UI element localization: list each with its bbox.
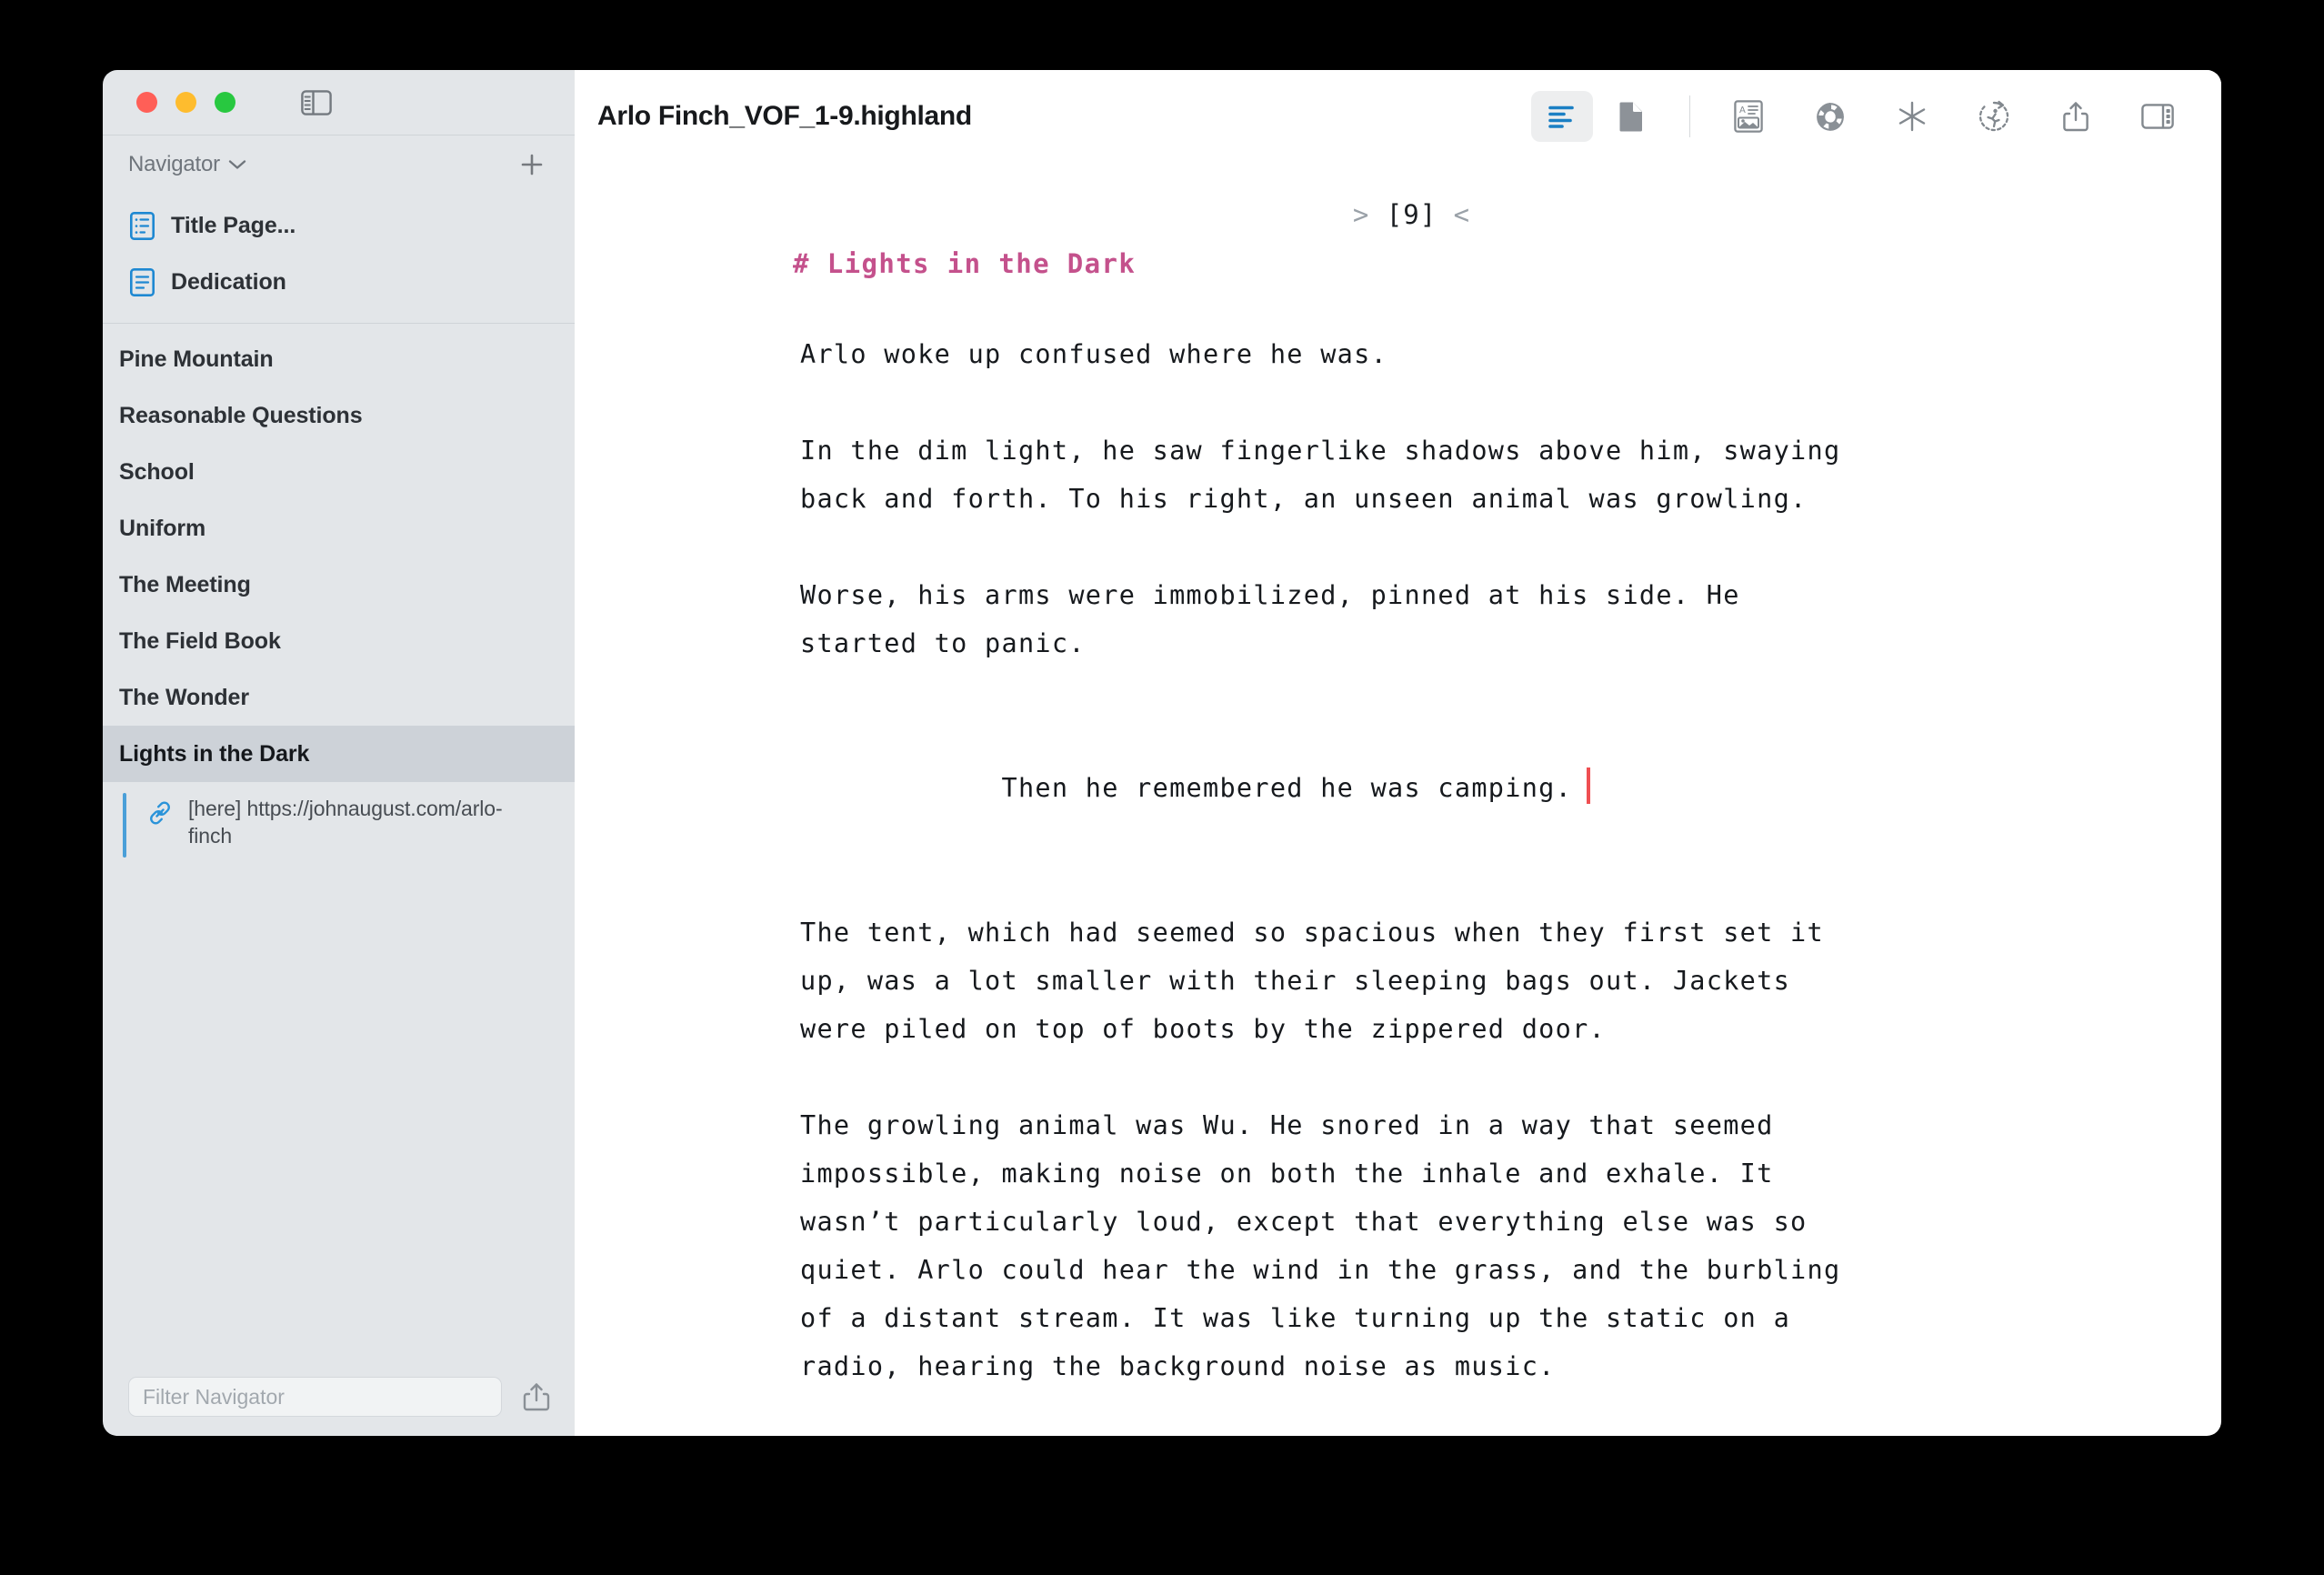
paragraph: The tent, which had seemed so spacious w… [800,918,1824,1044]
text-lines-icon [1548,105,1574,128]
color-wheel-icon [1817,103,1844,131]
heading-text: Lights in the Dark [826,248,1137,279]
app-window: Navigator Title Page... Dedication Pine … [103,70,2221,1436]
sidebar-item-uniform[interactable]: Uniform [103,500,575,557]
filter-navigator-input[interactable] [128,1377,502,1417]
text-caret [1587,767,1591,804]
sidebar-item-the-meeting[interactable]: The Meeting [103,557,575,613]
zoom-window-button[interactable] [215,92,235,113]
page-marker: > [9] < [575,199,2221,230]
document-body[interactable]: Arlo woke up confused where he was. In t… [575,279,2221,1390]
page-icon [1619,102,1642,132]
preview-view-button[interactable] [1600,91,1662,142]
document-title: Arlo Finch_VOF_1-9.highland [597,101,972,131]
chapter-list: Pine Mountain Reasonable Questions Schoo… [103,324,575,867]
document-icon [129,267,155,296]
editor-area[interactable]: > [9] < # Lights in the Dark Arlo woke u… [575,163,2221,1436]
sidebar-item-title-page[interactable]: Title Page... [103,197,575,254]
sidebar-item-label: Dedication [171,268,286,295]
paragraph: Worse, his arms were immobilized, pinned… [800,580,1740,658]
heading-hash: # [793,248,810,279]
toolbar-actions: A [1531,91,2189,142]
sidebar-item-reasonable-questions[interactable]: Reasonable Questions [103,387,575,444]
share-icon [2063,102,2089,132]
sidebar-link-item[interactable]: [here] https://johnaugust.com/arlo-finch [103,782,575,867]
sidebar-item-pine-mountain[interactable]: Pine Mountain [103,331,575,387]
sidebar-item-dedication[interactable]: Dedication [103,254,575,310]
sidebar-item-the-wonder[interactable]: The Wonder [103,669,575,726]
plus-icon [521,154,543,176]
toolbar-separator [1689,95,1690,137]
document-heading[interactable]: # Lights in the Dark [575,248,2221,279]
main-pane: Arlo Finch_VOF_1-9.highland A > [9] < # … [575,70,2221,1436]
paragraph-text: Then he remembered he was camping. [1001,773,1573,803]
minimize-window-button[interactable] [175,92,196,113]
link-accent-bar [123,793,126,858]
navigator-title[interactable]: Navigator [128,152,220,177]
close-window-button[interactable] [136,92,157,113]
paragraph-with-caret: Then he remembered he was camping. [800,716,2221,860]
paragraph: The growling animal was Wu. He snored in… [800,1110,1841,1381]
share-icon [523,1383,550,1411]
inspector-toggle-button[interactable] [2127,91,2189,142]
filter-bar [103,1358,575,1436]
page-marker-right-arrow: < [1453,199,1471,230]
asterisk-icon [1898,101,1926,132]
sidebar-item-the-field-book[interactable]: The Field Book [103,613,575,669]
right-panel-icon [2141,104,2174,129]
sprint-button[interactable] [1881,91,1943,142]
link-icon [146,799,174,827]
runner-timer-icon [1978,100,2009,132]
document-icon [129,211,155,240]
sidebar-item-label: Title Page... [171,212,296,238]
sidebar-titlebar [103,70,575,135]
sidebar-toggle-button[interactable] [298,87,335,118]
sidebar-link-label: [here] https://johnaugust.com/arlo-finch [188,797,503,848]
assets-button[interactable]: A [1718,91,1779,142]
share-button[interactable] [2045,91,2107,142]
page-marker-number: [9] [1386,199,1437,230]
main-toolbar: Arlo Finch_VOF_1-9.highland A [575,70,2221,163]
paragraph: In the dim light, he saw fingerlike shad… [800,436,1841,514]
traffic-lights [136,92,235,113]
sidebar-item-school[interactable]: School [103,444,575,500]
theme-button[interactable] [1799,91,1861,142]
chevron-down-icon[interactable] [228,159,246,170]
add-document-button[interactable] [513,145,551,184]
paragraph: Arlo woke up confused where he was. [800,339,1388,369]
svg-text:A: A [1739,105,1746,115]
image-text-icon: A [1734,100,1763,133]
navigator-header: Navigator [103,135,575,194]
sidebar-export-button[interactable] [518,1378,555,1416]
page-marker-left-arrow: > [1352,199,1370,230]
sidebar: Navigator Title Page... Dedication Pine … [103,70,575,1436]
sidebar-toggle-icon [301,89,332,115]
sidebar-item-lights-in-the-dark[interactable]: Lights in the Dark [103,726,575,782]
navigator-document-list: Title Page... Dedication [103,194,575,323]
editor-view-button[interactable] [1531,91,1593,142]
revision-button[interactable] [1963,91,2025,142]
